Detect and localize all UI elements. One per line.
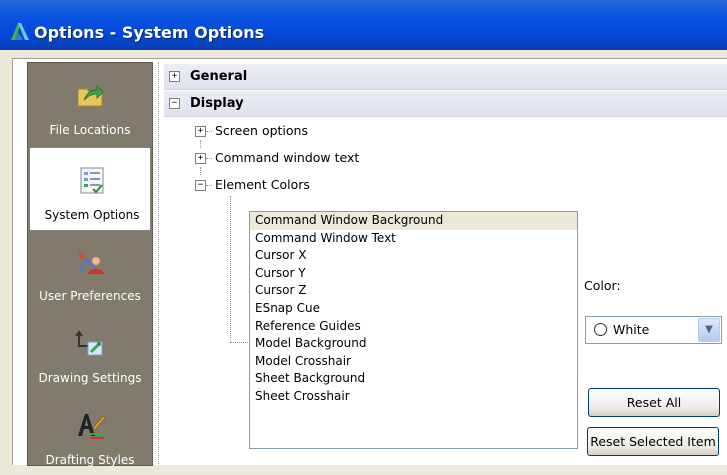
tree-connector <box>206 158 212 159</box>
tree-group-label: Display <box>190 96 244 111</box>
list-item[interactable]: Cursor Y <box>250 265 577 283</box>
reset-selected-item-button[interactable]: Reset Selected Item <box>587 427 719 456</box>
nav-item-user-preferences[interactable]: User Preferences <box>28 229 152 311</box>
nav-label-drafting-styles: Drafting Styles <box>45 453 135 467</box>
color-dropdown-value: White <box>613 322 650 337</box>
list-item[interactable]: Cursor X <box>250 247 577 265</box>
window-title: Options - System Options <box>34 23 265 42</box>
nav-item-file-locations[interactable]: File Locations <box>28 63 152 145</box>
color-label: Color: <box>584 278 621 293</box>
nav-item-drafting-styles[interactable]: Drafting Styles <box>28 393 152 475</box>
reset-all-button[interactable]: Reset All <box>588 388 720 417</box>
list-item[interactable]: Model Background <box>250 335 577 353</box>
chevron-down-icon[interactable]: ▼ <box>698 318 720 342</box>
color-swatch-icon <box>594 323 607 336</box>
list-item[interactable]: Command Window Text <box>250 230 577 248</box>
expand-icon[interactable]: + <box>195 126 206 137</box>
nav-item-drawing-settings[interactable]: Drawing Settings <box>28 311 152 393</box>
tree-connector <box>230 342 248 343</box>
nav-separator <box>158 62 159 464</box>
drawing-settings-icon <box>75 330 103 356</box>
tree-connector <box>200 140 201 148</box>
nav-label-file-locations: File Locations <box>49 123 131 137</box>
options-nav: File Locations System Options User Prefe… <box>27 62 153 467</box>
list-item[interactable]: ESnap Cue <box>250 300 577 318</box>
checklist-icon <box>80 167 104 194</box>
tree-group-general[interactable]: + General <box>164 64 727 90</box>
expand-icon[interactable]: + <box>195 153 206 164</box>
collapse-icon[interactable]: − <box>195 180 206 191</box>
nav-label-user-preferences: User Preferences <box>39 289 141 303</box>
list-item[interactable]: Model Crosshair <box>250 353 577 371</box>
tree-item-element-colors[interactable]: − Element Colors <box>195 175 495 195</box>
tree-item-label: Command window text <box>215 150 360 165</box>
drafting-styles-icon <box>78 414 105 439</box>
tree-connector <box>206 131 212 132</box>
tree-group-label: General <box>190 69 248 84</box>
list-item[interactable]: Command Window Background <box>250 212 577 230</box>
nav-item-system-options[interactable]: System Options <box>29 147 151 231</box>
app-logo-icon <box>11 23 29 40</box>
list-item[interactable]: Reference Guides <box>250 318 577 336</box>
nav-label-system-options: System Options <box>44 208 140 222</box>
tree-item-label: Element Colors <box>215 177 310 192</box>
tree-connector <box>200 167 201 175</box>
list-item[interactable]: Cursor Z <box>250 282 577 300</box>
collapse-icon[interactable]: − <box>169 98 180 109</box>
user-preferences-icon <box>76 249 104 274</box>
tree-item-label: Screen options <box>215 123 308 138</box>
tree-item-screen-options[interactable]: + Screen options <box>195 121 495 141</box>
list-item[interactable]: Sheet Crosshair <box>250 388 577 406</box>
tree-item-command-window-text[interactable]: + Command window text <box>195 148 495 168</box>
tree-connector <box>230 196 231 342</box>
expand-icon[interactable]: + <box>169 71 180 82</box>
title-bar[interactable]: Options - System Options <box>0 0 727 50</box>
color-dropdown[interactable]: White ▼ <box>585 316 722 344</box>
list-item[interactable]: Sheet Background <box>250 370 577 388</box>
nav-label-drawing-settings: Drawing Settings <box>38 371 142 385</box>
tree-connector <box>206 185 212 186</box>
folder-arrow-icon <box>77 85 104 107</box>
element-colors-list[interactable]: Command Window Background Command Window… <box>249 211 578 449</box>
tree-group-display[interactable]: − Display <box>164 91 727 117</box>
